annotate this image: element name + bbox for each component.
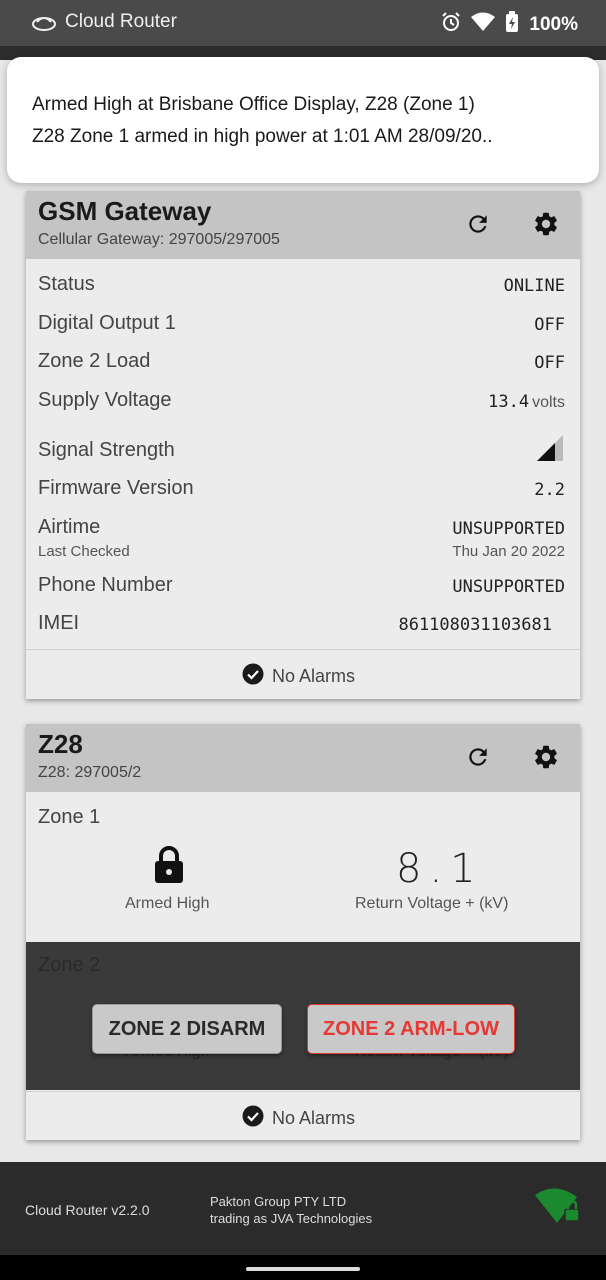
supply-voltage-label: Supply Voltage	[38, 388, 172, 411]
signal-strength-row: Signal Strength	[26, 419, 580, 469]
supply-voltage-number: 13.4	[488, 391, 530, 412]
jva-logo-icon	[533, 1187, 583, 1232]
gesture-handle[interactable]	[246, 1267, 360, 1271]
app-footer: Cloud Router v2.2.0 Pakton Group PTY LTD…	[0, 1162, 606, 1255]
notification-body: Z28 Zone 1 armed in high power at 1:01 A…	[32, 126, 493, 147]
zone1-label: Zone 1	[38, 806, 101, 828]
supply-voltage-row: Supply Voltage 13.4 volts	[26, 381, 580, 420]
status-app-name: Cloud Router	[65, 11, 177, 32]
alarm-clock-icon	[441, 12, 461, 38]
zone2-panel: Zone 2 Armed High Return Voltage + (kV) …	[26, 942, 580, 1090]
signal-strength-icon	[537, 435, 563, 466]
supply-voltage-value: 13.4 volts	[488, 392, 565, 412]
wifi-icon	[471, 12, 496, 38]
airtime-value: UNSUPPORTED	[452, 518, 565, 539]
airtime-label: Airtime	[38, 515, 101, 538]
z28-refresh-icon[interactable]	[463, 742, 493, 772]
status-bar: Cloud Router 100%	[0, 0, 606, 46]
app-version: Cloud Router v2.2.0	[25, 1202, 150, 1218]
digital-output-row: Digital Output 1 OFF	[26, 304, 580, 343]
signal-strength-label: Signal Strength	[38, 439, 175, 461]
phone-number-value: UNSUPPORTED	[452, 576, 565, 597]
digital-output-label: Digital Output 1	[38, 311, 176, 334]
status-row: Status ONLINE	[26, 265, 580, 304]
check-circle-icon	[242, 1105, 264, 1132]
z28-subtitle: Z28: 297005/2	[38, 764, 142, 781]
system-nav-bar	[0, 1255, 606, 1280]
supply-voltage-unit: volts	[532, 393, 565, 411]
z28-title: Z28	[38, 729, 83, 759]
cloud-router-icon	[32, 13, 56, 36]
airtime-row: Airtime UNSUPPORTED Last Checked Thu Jan…	[26, 508, 580, 566]
phone-number-label: Phone Number	[38, 573, 173, 596]
gsm-gateway-card: GSM Gateway Cellular Gateway: 297005/297…	[26, 191, 580, 699]
zone2-load-value: OFF	[534, 353, 565, 373]
company-info: Pakton Group PTY LTD trading as JVA Tech…	[210, 1193, 372, 1227]
airtime-last-checked-date: Thu Jan 20 2022	[452, 542, 565, 560]
firmware-row: Firmware Version 2.2	[26, 469, 580, 508]
imei-label: IMEI	[38, 612, 80, 634]
battery-icon	[505, 11, 519, 39]
zone1-state: Armed High	[125, 895, 210, 912]
status-label: Status	[38, 273, 95, 295]
z28-card-header: Z28 Z28: 297005/2	[26, 724, 580, 792]
gateway-card-header: GSM Gateway Cellular Gateway: 297005/297…	[26, 191, 580, 259]
zone2-load-label: Zone 2 Load	[38, 350, 151, 372]
zone2-load-row: Zone 2 Load OFF	[26, 342, 580, 381]
gateway-refresh-icon[interactable]	[463, 209, 493, 239]
notification-banner[interactable]: Armed High at Brisbane Office Display, Z…	[7, 57, 599, 183]
z28-card: Z28 Z28: 297005/2 Zone 1 Armed High 8.1 …	[26, 724, 580, 1140]
z28-alarm-footer: No Alarms	[26, 1091, 580, 1140]
zone2-disarm-button[interactable]: ZONE 2 DISARM	[92, 1004, 282, 1054]
gateway-title: GSM Gateway	[38, 196, 212, 226]
phone-number-row: Phone Number UNSUPPORTED	[26, 566, 580, 605]
zone2-label: Zone 2	[38, 954, 101, 976]
lock-icon	[153, 846, 185, 889]
digital-output-value: OFF	[534, 314, 565, 335]
gateway-alarm-footer: No Alarms	[26, 649, 580, 698]
gateway-settings-icon[interactable]	[531, 209, 561, 239]
gateway-alarm-status: No Alarms	[272, 666, 356, 686]
airtime-last-checked-label: Last Checked	[38, 542, 130, 560]
imei-value: 861108031103681	[398, 615, 552, 635]
status-value: ONLINE	[503, 276, 565, 296]
notification-title: Armed High at Brisbane Office Display, Z…	[32, 94, 475, 115]
zone1-voltage: 8.1	[396, 846, 484, 892]
firmware-label: Firmware Version	[38, 477, 194, 499]
zone1-voltage-label: Return Voltage + (kV)	[355, 895, 509, 912]
imei-row: IMEI 861108031103681	[26, 604, 580, 643]
zone1-panel: Zone 1 Armed High 8.1 Return Voltage + (…	[26, 794, 580, 942]
company-name: Pakton Group PTY LTD	[210, 1194, 347, 1209]
z28-settings-icon[interactable]	[531, 742, 561, 772]
battery-percent: 100%	[529, 14, 578, 35]
firmware-value: 2.2	[534, 480, 565, 500]
zone2-arm-low-button[interactable]: ZONE 2 ARM-LOW	[307, 1004, 515, 1054]
company-trading-as: trading as JVA Technologies	[210, 1211, 373, 1226]
check-circle-icon	[242, 663, 264, 690]
z28-alarm-status: No Alarms	[272, 1108, 356, 1128]
gateway-subtitle: Cellular Gateway: 297005/297005	[38, 231, 280, 248]
